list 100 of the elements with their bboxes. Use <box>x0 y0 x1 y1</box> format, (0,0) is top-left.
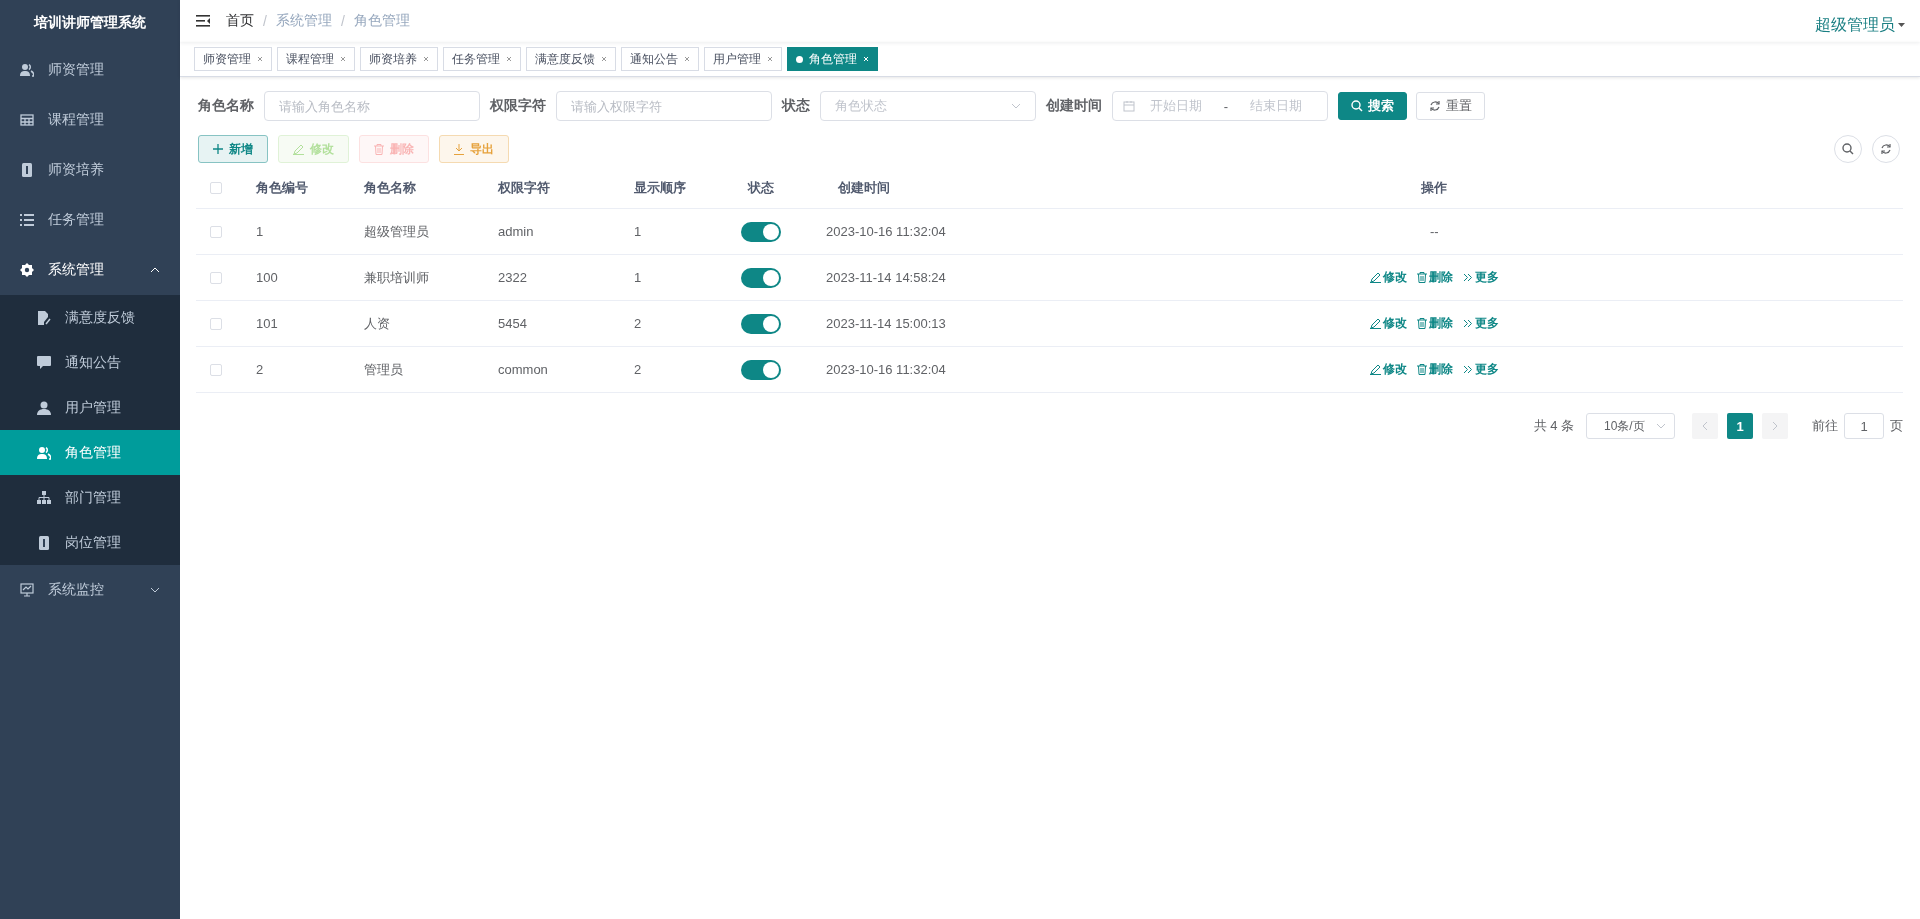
toggle-switch[interactable] <box>741 359 781 380</box>
page-input[interactable]: 1 <box>1844 413 1884 439</box>
page-size-select[interactable]: 10条/页 <box>1586 413 1675 439</box>
chevron-down-icon <box>1011 103 1021 109</box>
close-icon[interactable] <box>506 56 512 62</box>
delete-link[interactable]: 删除 <box>1416 315 1453 332</box>
menu-item[interactable]: 师资培养 <box>0 145 180 195</box>
app-title: 培训讲师管理系统 <box>32 12 147 32</box>
tab[interactable]: 师资培养 <box>360 47 438 71</box>
tab[interactable]: 师资管理 <box>194 47 272 71</box>
date-range-field[interactable]: 开始日期 - 结束日期 <box>1112 91 1328 121</box>
search-icon <box>1842 143 1854 155</box>
close-icon[interactable] <box>257 56 263 62</box>
table-cell-text: 1 <box>633 270 643 285</box>
trash-icon <box>1416 364 1427 375</box>
delete-link[interactable]: 删除 <box>1416 269 1453 286</box>
double-chevron-icon <box>1462 319 1473 328</box>
active-dot-icon <box>796 55 803 63</box>
submenu-item[interactable]: 通知公告 <box>0 340 180 385</box>
delete-link[interactable]: 删除 <box>1416 361 1453 378</box>
more-link[interactable]: 更多 <box>1462 269 1499 286</box>
filter-label: 状态 <box>782 97 810 115</box>
edit-link[interactable]: 修改 <box>1369 315 1407 332</box>
checkbox[interactable] <box>210 363 222 376</box>
people-icon <box>37 445 51 460</box>
submenu-item[interactable]: 岗位管理 <box>0 520 180 565</box>
table-cell-text: -- <box>1428 224 1440 239</box>
close-icon[interactable] <box>767 56 773 62</box>
table-cell-text: 兼职培训师 <box>363 268 430 287</box>
table-cell-text: 101 <box>255 316 279 331</box>
breadcrumb-item[interactable]: 首页 <box>226 12 254 30</box>
page-button[interactable]: 1 <box>1727 413 1753 439</box>
tab[interactable]: 用户管理 <box>704 47 782 71</box>
table-cell-text: 2023-11-14 14:58:24 <box>825 270 947 285</box>
table-cell-text: 100 <box>255 270 279 285</box>
checkbox[interactable] <box>210 182 222 194</box>
badge-icon <box>20 163 34 177</box>
table-cell-text: 2 <box>633 316 643 331</box>
more-link[interactable]: 更多 <box>1462 315 1499 332</box>
table-cell-text: admin <box>497 224 535 239</box>
table-cell-text: 2023-10-16 11:32:04 <box>825 224 947 239</box>
tab[interactable]: 课程管理 <box>277 47 355 71</box>
table-cell-text: 5454 <box>497 316 528 331</box>
tab[interactable]: 满意度反馈 <box>526 47 616 71</box>
chat-icon <box>37 356 51 369</box>
user-icon <box>37 400 51 415</box>
column-header: 创建时间 <box>837 179 891 197</box>
tab[interactable]: 通知公告 <box>621 47 699 71</box>
pencil-icon <box>1369 272 1381 283</box>
download-icon <box>454 143 464 155</box>
filter-label: 创建时间 <box>1046 97 1102 115</box>
menu-item[interactable]: 师资管理 <box>0 45 180 95</box>
close-icon[interactable] <box>423 56 429 62</box>
close-icon[interactable] <box>340 56 346 62</box>
chevron-left-icon <box>1702 421 1708 431</box>
add-button[interactable]: 新增 <box>198 135 268 163</box>
menu-item[interactable]: 课程管理 <box>0 95 180 145</box>
plus-icon <box>213 144 223 154</box>
menu-item[interactable]: 系统监控 <box>0 565 180 615</box>
tab[interactable]: 任务管理 <box>443 47 521 71</box>
input-field[interactable]: 请输入权限字符 <box>556 91 772 121</box>
checkbox[interactable] <box>210 317 222 330</box>
table-cell-text: 管理员 <box>363 360 404 379</box>
edit-link[interactable]: 修改 <box>1369 361 1407 378</box>
table-cell-text: 人资 <box>363 314 391 333</box>
search-button[interactable]: 搜索 <box>1338 92 1407 120</box>
submenu-item[interactable]: 满意度反馈 <box>0 295 180 340</box>
column-header: 权限字符 <box>497 179 551 197</box>
user-menu[interactable]: 超级管理员 <box>1815 14 1905 36</box>
menu-item[interactable]: 任务管理 <box>0 195 180 245</box>
menu-icon[interactable] <box>196 15 210 27</box>
table-cell-text: 2023-11-14 15:00:13 <box>825 316 947 331</box>
edit-link[interactable]: 修改 <box>1369 269 1407 286</box>
badge-icon <box>37 535 51 550</box>
column-header: 角色名称 <box>363 179 417 197</box>
caret-icon <box>1898 23 1905 27</box>
toggle-switch[interactable] <box>741 267 781 288</box>
tab[interactable]: 角色管理 <box>787 47 878 71</box>
close-icon[interactable] <box>684 56 690 62</box>
more-link[interactable]: 更多 <box>1462 361 1499 378</box>
checkbox[interactable] <box>210 225 222 238</box>
toggle-switch[interactable] <box>741 221 781 242</box>
table-cell-text: 1 <box>633 224 643 239</box>
table-cell-text: 2023-10-16 11:32:04 <box>825 362 947 377</box>
reset-button[interactable]: 重置 <box>1416 92 1485 120</box>
submenu-item[interactable]: 部门管理 <box>0 475 180 520</box>
table-cell-text: 超级管理员 <box>363 222 430 241</box>
menu-item[interactable]: 系统管理 <box>0 245 180 295</box>
table-cell-text: 2322 <box>497 270 528 285</box>
list-icon <box>20 214 34 226</box>
monitor-icon <box>20 583 34 597</box>
close-icon[interactable] <box>601 56 607 62</box>
input-field[interactable]: 请输入角色名称 <box>264 91 480 121</box>
submenu-item[interactable]: 用户管理 <box>0 385 180 430</box>
search-icon <box>1351 100 1363 112</box>
checkbox[interactable] <box>210 271 222 284</box>
chevron-right-icon <box>1772 421 1778 431</box>
toggle-switch[interactable] <box>741 313 781 334</box>
pencil-icon <box>1369 318 1381 329</box>
submenu-item[interactable]: 角色管理 <box>0 430 180 475</box>
